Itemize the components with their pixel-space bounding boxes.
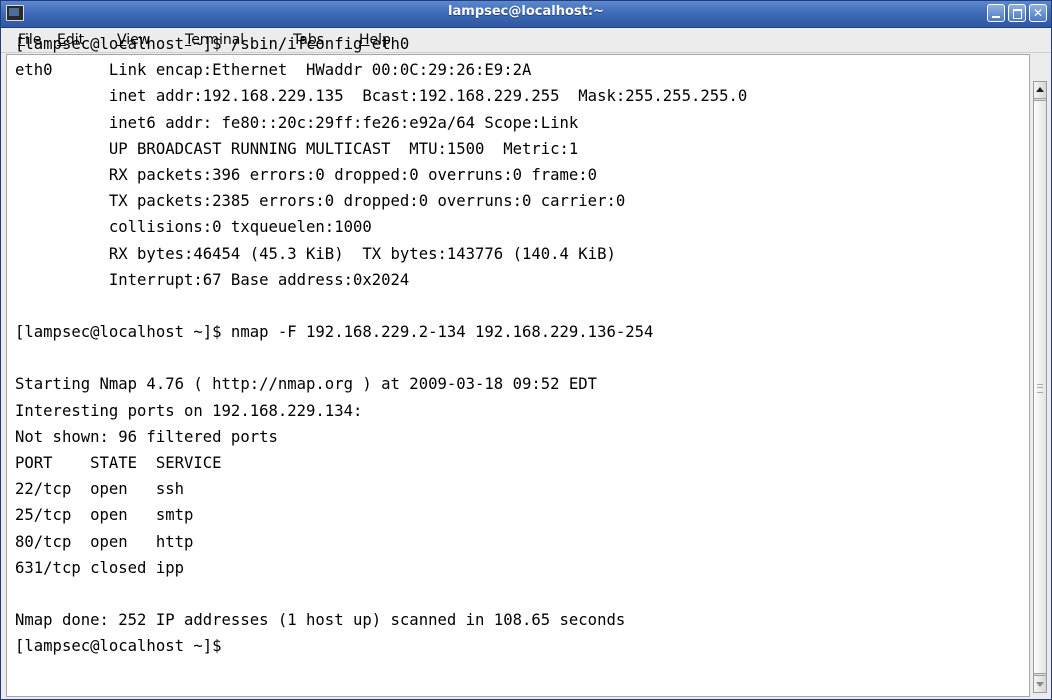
terminal-line: 631/tcp closed ipp (15, 558, 184, 577)
terminal-line: Not shown: 96 filtered ports (15, 427, 278, 446)
scroll-up-button[interactable] (1034, 82, 1046, 99)
scroll-down-button[interactable] (1034, 675, 1046, 692)
terminal-line: Interesting ports on 192.168.229.134: (15, 401, 363, 420)
minimize-icon (992, 16, 1000, 18)
terminal-line: 22/tcp open ssh (15, 480, 184, 499)
terminal-line: Nmap done: 252 IP addresses (1 host up) … (15, 611, 626, 630)
terminal-line: [lampsec@localhost ~]$ /sbin/ifconfig et… (15, 35, 410, 53)
close-button[interactable]: ✕ (1029, 4, 1047, 22)
terminal-line: [lampsec@localhost ~]$ (15, 637, 222, 656)
minimize-button[interactable] (987, 4, 1005, 22)
vertical-scrollbar[interactable] (1033, 81, 1047, 693)
close-icon: ✕ (1032, 6, 1044, 20)
terminal-line: RX packets:396 errors:0 dropped:0 overru… (15, 165, 598, 184)
maximize-button[interactable] (1008, 4, 1026, 22)
window-title: lampsec@localhost:~ (448, 4, 604, 19)
terminal-line: inet6 addr: fe80::20c:29ff:fe26:e92a/64 … (15, 113, 579, 132)
terminal-line: eth0 Link encap:Ethernet HWaddr 00:0C:29… (15, 61, 532, 80)
title-bar[interactable]: lampsec@localhost:~ ✕ (1, 1, 1051, 28)
scrollbar-thumb[interactable] (1034, 100, 1046, 674)
terminal-window: lampsec@localhost:~ ✕ File Edit View Ter… (0, 0, 1052, 700)
terminal-line: Starting Nmap 4.76 ( http://nmap.org ) a… (15, 375, 598, 394)
terminal-line: UP BROADCAST RUNNING MULTICAST MTU:1500 … (15, 139, 579, 158)
terminal-line: 80/tcp open http (15, 532, 194, 551)
terminal-line: collisions:0 txqueuelen:1000 (15, 218, 372, 237)
terminal-line: TX packets:2385 errors:0 dropped:0 overr… (15, 192, 626, 211)
terminal-line: Interrupt:67 Base address:0x2024 (15, 270, 410, 289)
terminal-line: PORT STATE SERVICE (15, 454, 222, 472)
maximize-icon (1013, 9, 1022, 19)
terminal-output[interactable]: [lampsec@localhost ~]$ /sbin/ifconfig et… (15, 31, 747, 660)
terminal-line: 25/tcp open smtp (15, 506, 194, 525)
terminal-line: [lampsec@localhost ~]$ nmap -F 192.168.2… (15, 323, 654, 342)
terminal-line: inet addr:192.168.229.135 Bcast:192.168.… (15, 87, 748, 106)
grip-icon (1037, 384, 1043, 393)
terminal-line: RX bytes:46454 (45.3 KiB) TX bytes:14377… (15, 244, 616, 263)
